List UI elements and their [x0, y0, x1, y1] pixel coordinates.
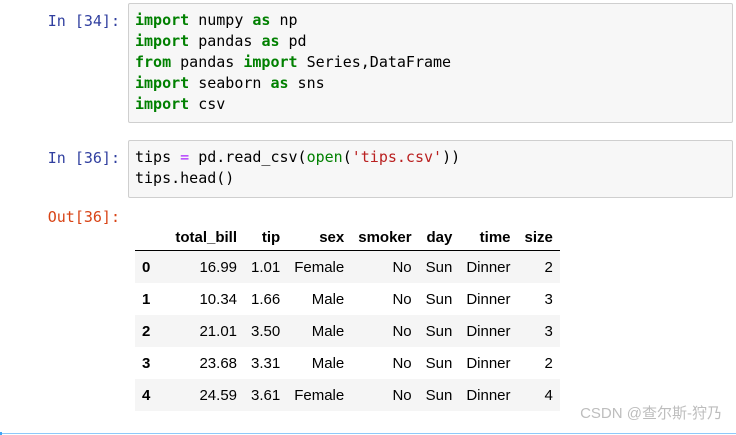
- selection-line: [0, 433, 736, 434]
- table-cell: 10.34: [199, 290, 238, 308]
- table-cell: 2: [544, 258, 553, 276]
- code-line: import pandas as pd: [135, 31, 726, 52]
- column-header: time: [459, 224, 518, 251]
- row-index: 0: [142, 258, 151, 276]
- table-cell: 1.66: [251, 290, 281, 308]
- table-cell: No: [392, 258, 412, 276]
- code-line: tips = pd.read_csv(open('tips.csv')): [135, 147, 726, 168]
- code-keyword: import: [135, 32, 190, 50]
- code-text: tips: [135, 148, 181, 166]
- table-row: 4 24.59 3.61 Female No Sun Dinner 4: [135, 379, 560, 411]
- code-text: )): [442, 148, 461, 166]
- table-cell: 24.59: [199, 386, 238, 404]
- header-row: total_bill tip sex smoker day time size: [135, 224, 560, 251]
- table-cell: Female: [294, 258, 345, 276]
- column-header: total_bill: [168, 224, 245, 251]
- code-string: 'tips.csv': [351, 148, 443, 166]
- table-row: 2 21.01 3.50 Male No Sun Dinner 3: [135, 315, 560, 347]
- row-index: 2: [142, 322, 151, 340]
- code-keyword: import: [135, 11, 190, 29]
- table-cell: 3.31: [251, 354, 281, 372]
- table-row: 0 16.99 1.01 Female No Sun Dinner 2: [135, 250, 560, 283]
- index-header: [135, 224, 169, 251]
- dataframe-header: total_bill tip sex smoker day time size: [135, 224, 560, 251]
- table-cell: Dinner: [466, 354, 511, 372]
- csdn-watermark: CSDN @查尔斯-狩乃: [580, 405, 722, 422]
- code-text: pd: [279, 32, 307, 50]
- table-cell: No: [392, 290, 412, 308]
- table-cell: 16.99: [199, 258, 238, 276]
- code-text: seaborn: [189, 74, 271, 92]
- row-index: 3: [142, 354, 151, 372]
- table-cell: 2: [544, 354, 553, 372]
- code-text: tips.head(): [135, 169, 235, 187]
- table-cell: No: [392, 386, 412, 404]
- table-cell: Female: [294, 386, 345, 404]
- table-cell: Male: [311, 354, 345, 372]
- table-cell: Sun: [425, 322, 453, 340]
- dataframe-body: 0 16.99 1.01 Female No Sun Dinner 2 1 10.34 1.66 Ma…: [135, 250, 560, 411]
- row-index: 4: [142, 386, 151, 404]
- code-text: pandas: [189, 32, 262, 50]
- code-keyword: from: [135, 53, 172, 71]
- code-keyword: import: [135, 74, 190, 92]
- table-cell: No: [392, 322, 412, 340]
- row-index: 1: [142, 290, 151, 308]
- table-cell: Dinner: [466, 258, 511, 276]
- dataframe-output: total_bill tip sex smoker day time size 0 16.99…: [135, 224, 560, 411]
- code-line: tips.head(): [135, 168, 726, 189]
- column-header: smoker: [351, 224, 419, 251]
- code-text: pd.read_csv(: [189, 148, 307, 166]
- code-text: sns: [288, 74, 325, 92]
- code-text: csv: [189, 95, 226, 113]
- column-header: sex: [287, 224, 352, 251]
- table-cell: 3: [544, 322, 553, 340]
- code-line: from pandas import Series,DataFrame: [135, 52, 726, 73]
- table-row: 3 23.68 3.31 Male No Sun Dinner 2: [135, 347, 560, 379]
- table-cell: Dinner: [466, 386, 511, 404]
- input-prompt: In [36]:: [47, 149, 120, 167]
- code-keyword: as: [261, 32, 280, 50]
- table-cell: 21.01: [199, 322, 238, 340]
- code-cell-imports[interactable]: import numpy as np import pandas as pd fro…: [128, 3, 733, 123]
- table-row: 1 10.34 1.66 Male No Sun Dinner 3: [135, 283, 560, 315]
- code-text: (: [342, 148, 352, 166]
- code-text: np: [270, 11, 298, 29]
- code-keyword: import: [243, 53, 298, 71]
- table-cell: Male: [311, 322, 345, 340]
- code-text: open: [306, 148, 343, 166]
- output-prompt: Out[36]:: [47, 208, 120, 226]
- code-line: import seaborn as sns: [135, 73, 726, 94]
- table-cell: 1.01: [251, 258, 281, 276]
- table-cell: 23.68: [199, 354, 238, 372]
- table-cell: Sun: [425, 290, 453, 308]
- column-header: size: [517, 224, 560, 251]
- table-cell: Male: [311, 290, 345, 308]
- code-keyword: as: [270, 74, 289, 92]
- table-cell: Sun: [425, 354, 453, 372]
- input-prompt: In [34]:: [47, 12, 120, 30]
- column-header: tip: [244, 224, 288, 251]
- table-cell: 3.50: [251, 322, 281, 340]
- code-text: pandas: [171, 53, 244, 71]
- table-cell: No: [392, 354, 412, 372]
- table-cell: 3.61: [251, 386, 281, 404]
- column-header: day: [418, 224, 460, 251]
- code-text: numpy: [189, 11, 253, 29]
- table-cell: Sun: [425, 258, 453, 276]
- table-cell: Dinner: [466, 290, 511, 308]
- table-cell: 3: [544, 290, 553, 308]
- table-cell: 4: [544, 386, 553, 404]
- code-operator: =: [180, 148, 190, 166]
- code-cell-read-csv[interactable]: tips = pd.read_csv(open('tips.csv')) tips…: [128, 140, 733, 198]
- table-cell: Dinner: [466, 322, 511, 340]
- code-text: Series,DataFrame: [297, 53, 452, 71]
- code-line: import numpy as np: [135, 10, 726, 31]
- code-line: import csv: [135, 94, 726, 115]
- table-cell: Sun: [425, 386, 453, 404]
- code-keyword: import: [135, 95, 190, 113]
- code-keyword: as: [252, 11, 271, 29]
